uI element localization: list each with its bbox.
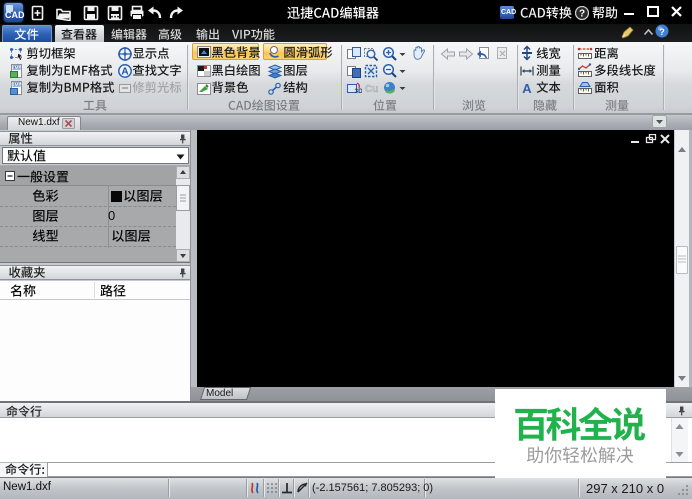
svg-text:?: ? bbox=[579, 9, 585, 20]
svg-text:BMP: BMP bbox=[12, 82, 22, 87]
svg-text:A: A bbox=[121, 67, 128, 78]
svg-text:?: ? bbox=[659, 27, 665, 37]
svg-text:3D: 3D bbox=[355, 88, 363, 95]
svg-text:EMF: EMF bbox=[12, 65, 22, 70]
svg-text:Cu: Cu bbox=[365, 84, 378, 95]
svg-text:A: A bbox=[522, 81, 532, 96]
